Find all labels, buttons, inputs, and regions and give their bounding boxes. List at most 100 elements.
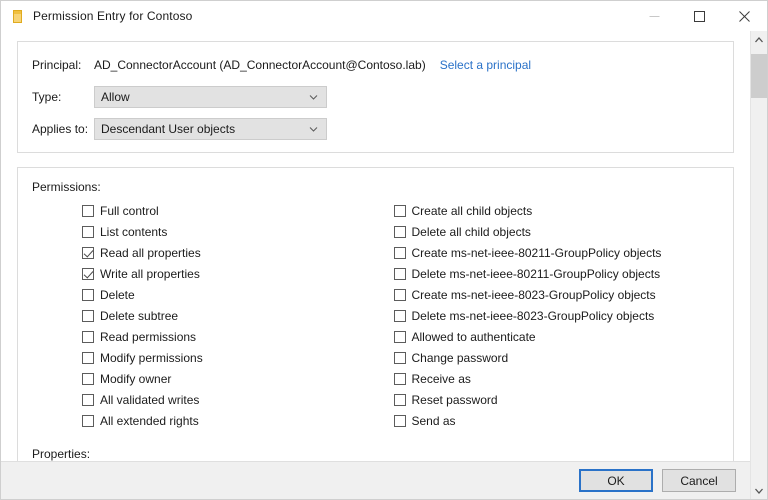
maximize-icon[interactable] <box>677 1 722 31</box>
applies-to-dropdown-value: Descendant User objects <box>101 122 236 136</box>
checkbox-row[interactable]: Delete <box>82 286 376 304</box>
scroll-content: Principal: AD_ConnectorAccount (AD_Conne… <box>1 31 750 461</box>
type-dropdown-value: Allow <box>101 90 130 104</box>
checkbox-row[interactable]: Write all properties <box>82 265 376 283</box>
applies-to-row: Applies to: Descendant User objects <box>32 118 719 140</box>
ok-button[interactable]: OK <box>579 469 653 492</box>
scrollbar-track[interactable] <box>751 48 767 482</box>
checkbox-unchecked-icon[interactable] <box>82 310 94 322</box>
permissions-section-label: Permissions: <box>32 180 101 194</box>
close-icon[interactable] <box>722 1 767 31</box>
checkbox-unchecked-icon[interactable] <box>393 331 406 343</box>
dialog-body: Principal: AD_ConnectorAccount (AD_Conne… <box>1 31 767 499</box>
checkbox-label: All extended rights <box>100 414 199 428</box>
minimize-icon[interactable] <box>632 1 677 31</box>
select-a-principal-link[interactable]: Select a principal <box>440 58 531 72</box>
checkbox-unchecked-icon[interactable] <box>393 247 406 259</box>
checkbox-unchecked-icon[interactable] <box>82 373 94 385</box>
checkbox-row[interactable]: Modify permissions <box>82 349 376 367</box>
dialog-footer: OK Cancel <box>1 461 750 499</box>
checkbox-label: Reset password <box>411 393 498 407</box>
checkbox-unchecked-icon[interactable] <box>393 268 406 280</box>
checkbox-row[interactable]: All validated writes <box>82 391 376 409</box>
principal-info-group: Principal: AD_ConnectorAccount (AD_Conne… <box>17 41 734 153</box>
permissions-left-column: Full control List contents Read all proper… <box>32 202 376 433</box>
checkbox-label: Receive as <box>411 372 471 386</box>
checkbox-unchecked-icon[interactable] <box>393 289 406 301</box>
checkbox-unchecked-icon[interactable] <box>82 289 94 301</box>
checkbox-row[interactable]: Full control <box>82 202 376 220</box>
checkbox-label: Modify permissions <box>100 351 203 365</box>
checkbox-row[interactable]: Create ms-net-ieee-80211-GroupPolicy obj… <box>393 244 720 262</box>
checkbox-row[interactable]: Delete ms-net-ieee-8023-GroupPolicy obje… <box>393 307 720 325</box>
checkbox-row[interactable]: Create all child objects <box>393 202 720 220</box>
permission-entry-dialog: Permission Entry for Contoso Principal: … <box>0 0 768 500</box>
scroll-up-arrow-icon[interactable] <box>751 31 767 48</box>
chevron-down-icon <box>309 127 318 132</box>
checkbox-unchecked-icon[interactable] <box>393 226 406 238</box>
checkbox-row[interactable]: Delete all child objects <box>393 223 720 241</box>
checkbox-label: Delete ms-net-ieee-8023-GroupPolicy obje… <box>411 309 655 323</box>
checkbox-row[interactable]: Change password <box>393 349 720 367</box>
checkbox-row[interactable]: Create ms-net-ieee-8023-GroupPolicy obje… <box>393 286 720 304</box>
content-column: Principal: AD_ConnectorAccount (AD_Conne… <box>1 31 750 499</box>
checkbox-label: Create ms-net-ieee-80211-GroupPolicy obj… <box>411 246 662 260</box>
checkbox-unchecked-icon[interactable] <box>393 394 406 406</box>
applies-to-dropdown[interactable]: Descendant User objects <box>94 118 327 140</box>
checkbox-label: Modify owner <box>100 372 172 386</box>
checkbox-label: Write all properties <box>100 267 200 281</box>
type-label: Type: <box>32 90 62 104</box>
checkbox-checked-icon[interactable] <box>82 247 94 259</box>
checkbox-unchecked-icon[interactable] <box>393 310 406 322</box>
checkbox-unchecked-icon[interactable] <box>393 373 406 385</box>
scrollbar-thumb[interactable] <box>751 54 767 98</box>
checkbox-label: Create ms-net-ieee-8023-GroupPolicy obje… <box>411 288 656 302</box>
cancel-button[interactable]: Cancel <box>662 469 736 492</box>
checkbox-label: Change password <box>411 351 509 365</box>
checkbox-label: Allowed to authenticate <box>411 330 536 344</box>
checkbox-unchecked-icon[interactable] <box>82 394 94 406</box>
checkbox-row[interactable]: Delete ms-net-ieee-80211-GroupPolicy obj… <box>393 265 720 283</box>
checkbox-row[interactable]: All extended rights <box>82 412 376 430</box>
checkbox-row[interactable]: Send as <box>393 412 720 430</box>
permissions-columns: Full control List contents Read all proper… <box>32 202 719 433</box>
checkbox-unchecked-icon[interactable] <box>393 205 406 217</box>
applies-to-label: Applies to: <box>32 122 89 136</box>
checkbox-unchecked-icon[interactable] <box>82 226 94 238</box>
scroll-down-arrow-icon[interactable] <box>751 482 767 499</box>
checkbox-unchecked-icon[interactable] <box>82 352 94 364</box>
checkbox-label: List contents <box>100 225 168 239</box>
permissions-right-column: Create all child objects Delete all child… <box>376 202 720 433</box>
checkbox-unchecked-icon[interactable] <box>393 352 406 364</box>
folder-icon <box>10 8 26 24</box>
checkbox-unchecked-icon[interactable] <box>393 415 406 427</box>
principal-row: Principal: AD_ConnectorAccount (AD_Conne… <box>32 54 719 76</box>
checkbox-row[interactable]: Reset password <box>393 391 720 409</box>
checkbox-row[interactable]: Read all properties <box>82 244 376 262</box>
checkbox-label: Delete <box>100 288 135 302</box>
checkbox-row[interactable]: Receive as <box>393 370 720 388</box>
type-dropdown[interactable]: Allow <box>94 86 327 108</box>
checkbox-unchecked-icon[interactable] <box>82 205 94 217</box>
type-row: Type: Allow <box>32 86 719 108</box>
checkbox-label: Read permissions <box>100 330 197 344</box>
principal-label: Principal: <box>32 58 82 72</box>
checkbox-row[interactable]: Read permissions <box>82 328 376 346</box>
permissions-group: Permissions: Full control List contents Re… <box>17 167 734 461</box>
checkbox-row[interactable]: Allowed to authenticate <box>393 328 720 346</box>
checkbox-checked-icon[interactable] <box>82 268 94 280</box>
checkbox-label: Create all child objects <box>411 204 533 218</box>
checkbox-label: All validated writes <box>100 393 200 407</box>
checkbox-label: Full control <box>100 204 159 218</box>
checkbox-row[interactable]: Modify owner <box>82 370 376 388</box>
chevron-down-icon <box>309 95 318 100</box>
checkbox-row[interactable]: Delete subtree <box>82 307 376 325</box>
title-bar: Permission Entry for Contoso <box>1 1 767 31</box>
checkbox-unchecked-icon[interactable] <box>82 415 94 427</box>
checkbox-unchecked-icon[interactable] <box>82 331 94 343</box>
principal-value: AD_ConnectorAccount (AD_ConnectorAccount… <box>94 58 426 72</box>
vertical-scrollbar[interactable] <box>750 31 767 499</box>
checkbox-row[interactable]: List contents <box>82 223 376 241</box>
window-controls <box>632 1 767 31</box>
checkbox-label: Delete all child objects <box>411 225 531 239</box>
